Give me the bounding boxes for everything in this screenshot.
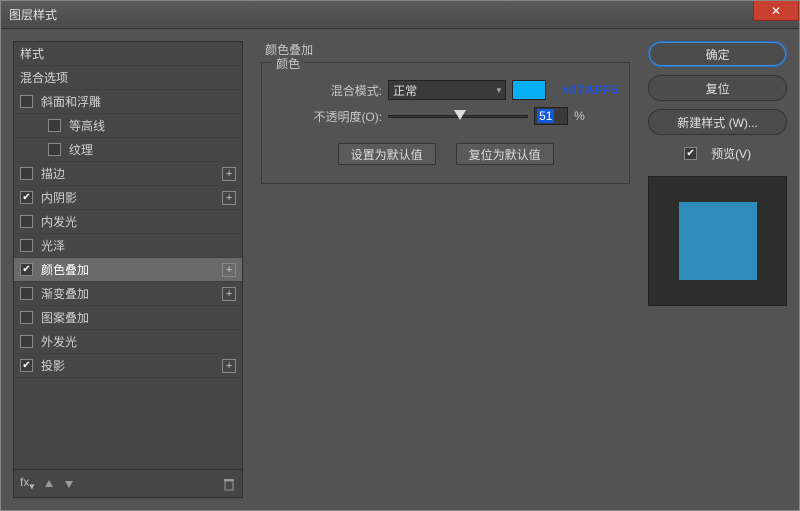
opacity-label: 不透明度(O):	[272, 108, 382, 125]
default-buttons: 设置为默认值 复位为默认值	[272, 143, 619, 165]
fieldset-legend: 颜色	[272, 55, 304, 72]
style-item-2[interactable]: 纹理	[14, 138, 242, 162]
ok-button[interactable]: 确定	[648, 41, 787, 67]
section-title: 颜色叠加	[265, 41, 630, 58]
blend-options-header[interactable]: 混合选项	[14, 66, 242, 90]
style-label: 外发光	[41, 333, 77, 350]
preview-box	[648, 176, 787, 306]
style-checkbox[interactable]	[20, 239, 33, 252]
style-checkbox[interactable]	[20, 215, 33, 228]
fx-menu[interactable]: fx▾	[20, 475, 34, 492]
style-checkbox[interactable]	[20, 287, 33, 300]
color-fieldset: 颜色 混合模式: 正常 ▾ #07AFF5 不透明度(O):	[261, 62, 630, 184]
style-label: 渐变叠加	[41, 285, 89, 302]
style-item-9[interactable]: 图案叠加	[14, 306, 242, 330]
preview-swatch	[679, 202, 757, 280]
style-item-4[interactable]: 内阴影 +	[14, 186, 242, 210]
style-checkbox[interactable]	[20, 359, 33, 372]
style-label: 斜面和浮雕	[41, 93, 101, 110]
style-item-7[interactable]: 颜色叠加 +	[14, 258, 242, 282]
reset-default-button[interactable]: 复位为默认值	[456, 143, 554, 165]
add-instance-icon[interactable]: +	[222, 287, 236, 301]
style-checkbox[interactable]	[20, 167, 33, 180]
chevron-down-icon: ▾	[497, 85, 502, 96]
style-label: 光泽	[41, 237, 65, 254]
style-item-3[interactable]: 描边 +	[14, 162, 242, 186]
blend-mode-row: 混合模式: 正常 ▾ #07AFF5	[272, 77, 619, 103]
style-label: 描边	[41, 165, 65, 182]
style-label: 颜色叠加	[41, 261, 89, 278]
style-checkbox[interactable]	[20, 95, 33, 108]
add-instance-icon[interactable]: +	[222, 359, 236, 373]
preview-checkbox[interactable]	[684, 147, 697, 160]
add-instance-icon[interactable]: +	[222, 263, 236, 277]
style-item-10[interactable]: 外发光	[14, 330, 242, 354]
style-item-8[interactable]: 渐变叠加 +	[14, 282, 242, 306]
percent-label: %	[574, 109, 585, 123]
set-default-button[interactable]: 设置为默认值	[338, 143, 436, 165]
style-label: 纹理	[69, 141, 93, 158]
style-checkbox[interactable]	[20, 191, 33, 204]
style-label: 等高线	[69, 117, 105, 134]
close-button[interactable]: ✕	[753, 1, 799, 21]
options-panel: 颜色叠加 颜色 混合模式: 正常 ▾ #07AFF5 不透明度(O):	[251, 41, 640, 498]
style-checkbox[interactable]	[48, 119, 61, 132]
styles-footer: fx▾	[14, 469, 242, 497]
style-item-5[interactable]: 内发光	[14, 210, 242, 234]
styles-list: 样式 混合选项 斜面和浮雕等高线纹理描边 + 内阴影 + 内发光光泽颜色叠加 + 渐变叠加 +…	[14, 42, 242, 469]
style-item-11[interactable]: 投影 +	[14, 354, 242, 378]
action-panel: 确定 复位 新建样式 (W)... 预览(V)	[648, 41, 787, 498]
titlebar[interactable]: 图层样式 ✕	[1, 1, 799, 29]
style-item-0[interactable]: 斜面和浮雕	[14, 90, 242, 114]
move-up-icon[interactable]	[44, 479, 54, 489]
style-label: 投影	[41, 357, 65, 374]
opacity-row: 不透明度(O): 51 %	[272, 103, 619, 129]
slider-thumb-icon[interactable]	[454, 110, 466, 120]
style-checkbox[interactable]	[48, 143, 61, 156]
add-instance-icon[interactable]: +	[222, 191, 236, 205]
new-style-button[interactable]: 新建样式 (W)...	[648, 109, 787, 135]
blend-mode-label: 混合模式:	[272, 82, 382, 99]
dialog-body: 样式 混合选项 斜面和浮雕等高线纹理描边+内阴影+内发光光泽颜色叠加+渐变叠加+…	[1, 29, 799, 510]
style-checkbox[interactable]	[20, 311, 33, 324]
style-label: 图案叠加	[41, 309, 89, 326]
style-item-6[interactable]: 光泽	[14, 234, 242, 258]
add-instance-icon[interactable]: +	[222, 167, 236, 181]
style-label: 内阴影	[41, 189, 77, 206]
layer-style-dialog: 图层样式 ✕ 样式 混合选项 斜面和浮雕等高线纹理描边+内阴影+内发光光泽颜色叠…	[0, 0, 800, 511]
preview-toggle[interactable]: 预览(V)	[648, 145, 787, 162]
styles-panel: 样式 混合选项 斜面和浮雕等高线纹理描边 + 内阴影 + 内发光光泽颜色叠加 + 渐变叠加 +…	[13, 41, 243, 498]
styles-header[interactable]: 样式	[14, 42, 242, 66]
style-checkbox[interactable]	[20, 335, 33, 348]
move-down-icon[interactable]	[64, 479, 74, 489]
color-hex: #07AFF5	[562, 83, 619, 97]
color-swatch[interactable]	[512, 80, 546, 100]
style-label: 内发光	[41, 213, 77, 230]
style-checkbox[interactable]	[20, 263, 33, 276]
window-title: 图层样式	[9, 6, 57, 23]
style-item-1[interactable]: 等高线	[14, 114, 242, 138]
opacity-slider[interactable]	[388, 109, 528, 123]
reset-button[interactable]: 复位	[648, 75, 787, 101]
blend-mode-select[interactable]: 正常 ▾	[388, 80, 506, 100]
opacity-input[interactable]: 51	[534, 107, 568, 125]
trash-icon[interactable]	[222, 477, 236, 491]
